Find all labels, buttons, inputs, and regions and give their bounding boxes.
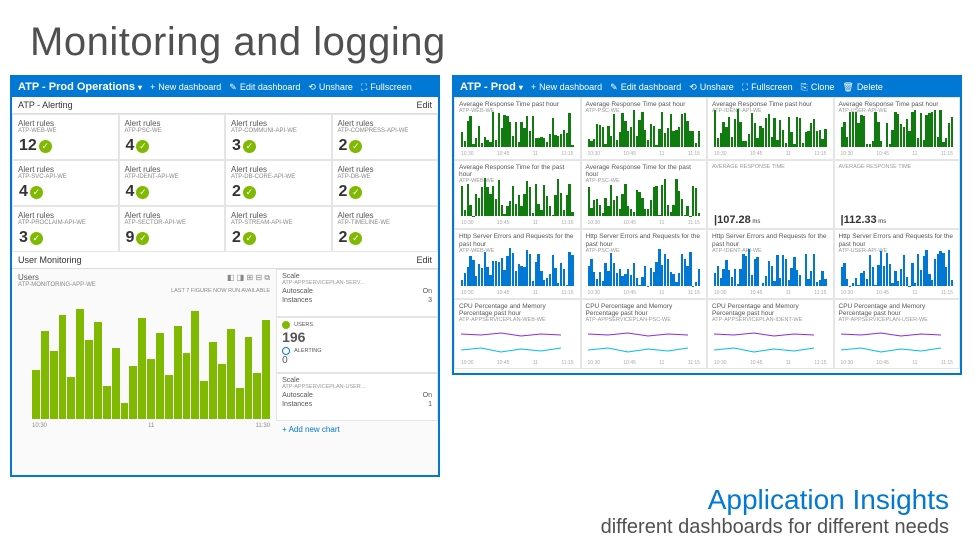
check-icon: ✓ xyxy=(243,140,256,153)
alert-tile[interactable]: Alert rulesATP-COMPRESS-API-WE2✓ xyxy=(332,114,439,160)
check-icon: ✓ xyxy=(136,140,149,153)
check-icon: ✓ xyxy=(136,186,149,199)
perf-tile[interactable]: Average Response Time past hourATP-USER-… xyxy=(834,97,961,160)
alert-tile[interactable]: Alert rulesATP-PSC-WE4✓ xyxy=(119,114,226,160)
section-user-monitoring: User Monitoring Edit xyxy=(12,252,438,269)
perf-tile[interactable]: Average Response Time past hourATP-IDENT… xyxy=(707,97,834,160)
check-icon: ✓ xyxy=(243,232,256,245)
perf-tile[interactable]: Http Server Errors and Requests for the … xyxy=(834,229,961,299)
unshare-button[interactable]: ⟲ Unshare xyxy=(308,82,353,93)
dash-header: ATP - Prod▾ + New dashboard ✎ Edit dashb… xyxy=(454,77,960,97)
fullscreen-button[interactable]: ⛶ Fullscreen xyxy=(742,82,793,93)
edit-link[interactable]: Edit xyxy=(416,255,432,265)
perf-tile[interactable]: Http Server Errors and Requests for the … xyxy=(454,229,581,299)
alert-tile[interactable]: Alert rulesATP-IDENT-API-WE4✓ xyxy=(119,160,226,206)
new-dashboard-button[interactable]: + New dashboard xyxy=(150,82,221,92)
dashboard-name[interactable]: ATP - Prod Operations▾ xyxy=(18,81,142,93)
check-icon: ✓ xyxy=(243,186,256,199)
add-chart-link[interactable]: + Add new chart xyxy=(276,421,438,438)
check-icon: ✓ xyxy=(349,232,362,245)
alert-tile[interactable]: Alert rulesATP-STREAM-API-WE2✓ xyxy=(225,206,332,252)
perf-tile[interactable]: Http Server Errors and Requests for the … xyxy=(581,229,708,299)
perf-tile[interactable]: Http Server Errors and Requests for the … xyxy=(707,229,834,299)
perf-tile[interactable]: Average Response Time for the past hourA… xyxy=(581,160,708,230)
edit-dashboard-button[interactable]: ✎ Edit dashboard xyxy=(610,82,681,93)
alert-tile[interactable]: Alert rulesATP-COMMUNI-API-WE3✓ xyxy=(225,114,332,160)
check-icon: ✓ xyxy=(349,186,362,199)
delete-button[interactable]: 🗑 Delete xyxy=(842,82,882,93)
dashboard-operations: ATP - Prod Operations▾ + New dashboard ✎… xyxy=(10,75,440,477)
dash-header: ATP - Prod Operations▾ + New dashboard ✎… xyxy=(12,77,438,97)
users-stat-tile[interactable]: USERS 196 ALERTING 0 xyxy=(276,317,438,373)
clone-button[interactable]: ⎘ Clone xyxy=(801,82,835,93)
check-icon: ✓ xyxy=(349,140,362,153)
alert-tile[interactable]: Alert rulesATP-PROCLAIM-API-WE3✓ xyxy=(12,206,119,252)
fullscreen-button[interactable]: ⛶ Fullscreen xyxy=(361,82,412,93)
perf-tile[interactable]: Average Response Time for the past hourA… xyxy=(454,160,581,230)
new-dashboard-button[interactable]: + New dashboard xyxy=(531,82,602,92)
dashboard-prod: ATP - Prod▾ + New dashboard ✎ Edit dashb… xyxy=(452,75,962,375)
perf-tile[interactable]: Average Response Time past hourATP-WEB-W… xyxy=(454,97,581,160)
user-monitoring-area: Users ATP-MONITORING-APP-WE ◧ ◨ ⊞ ⊟ ⧉ LA… xyxy=(12,269,438,438)
performance-grid: Average Response Time past hourATP-WEB-W… xyxy=(454,97,960,369)
section-alerting: ATP - Alerting Edit xyxy=(12,97,438,114)
dashboard-name[interactable]: ATP - Prod▾ xyxy=(460,81,523,93)
alert-tile[interactable]: Alert rulesATP-WEB-WE12✓ xyxy=(12,114,119,160)
scale-tile[interactable]: Scale ATP-APPSERVICEPLAN-SERV... Autosca… xyxy=(276,269,438,317)
perf-tile[interactable]: AVERAGE RESPONSE TIME|107.28 ms xyxy=(707,160,834,230)
check-icon: ✓ xyxy=(136,232,149,245)
app-insights-heading: Application Insights xyxy=(601,484,949,516)
chevron-down-icon: ▾ xyxy=(519,83,523,92)
alert-tile[interactable]: Alert rulesATP-DB-CORE-API-WE2✓ xyxy=(225,160,332,206)
perf-tile[interactable]: CPU Percentage and Memory Percentage pas… xyxy=(834,299,961,369)
perf-tile[interactable]: CPU Percentage and Memory Percentage pas… xyxy=(454,299,581,369)
alert-tile[interactable]: Alert rulesATP-DB-WE2✓ xyxy=(332,160,439,206)
perf-tile[interactable]: CPU Percentage and Memory Percentage pas… xyxy=(707,299,834,369)
slide-caption: Application Insights different dashboard… xyxy=(601,484,949,539)
alert-tile[interactable]: Alert rulesATP-TIMELINE-WE2✓ xyxy=(332,206,439,252)
check-icon: ✓ xyxy=(30,232,43,245)
perf-tile[interactable]: Average Response Time past hourATP-PSC-W… xyxy=(581,97,708,160)
tagline: different dashboards for different needs xyxy=(601,516,949,539)
perf-tile[interactable]: CPU Percentage and Memory Percentage pas… xyxy=(581,299,708,369)
slide-title: Monitoring and logging xyxy=(0,0,979,75)
edit-link[interactable]: Edit xyxy=(416,100,432,110)
dashboard-row: ATP - Prod Operations▾ + New dashboard ✎… xyxy=(0,75,979,477)
perf-tile[interactable]: AVERAGE RESPONSE TIME|112.33 ms xyxy=(834,160,961,230)
alert-tile[interactable]: Alert rulesATP-SVC-API-WE4✓ xyxy=(12,160,119,206)
users-chart-tile[interactable]: Users ATP-MONITORING-APP-WE ◧ ◨ ⊞ ⊟ ⧉ LA… xyxy=(12,269,276,429)
edit-dashboard-button[interactable]: ✎ Edit dashboard xyxy=(229,82,300,93)
alert-grid: Alert rulesATP-WEB-WE12✓Alert rulesATP-P… xyxy=(12,114,438,252)
chart-toolbar-icons[interactable]: ◧ ◨ ⊞ ⊟ ⧉ xyxy=(227,273,270,288)
check-icon: ✓ xyxy=(39,140,52,153)
scale-tile[interactable]: Scale ATP-APPSERVICEPLAN-USER... Autosca… xyxy=(276,373,438,421)
chevron-down-icon: ▾ xyxy=(138,83,142,92)
status-icon xyxy=(282,321,290,329)
alert-tile[interactable]: Alert rulesATP-SECTOR-API-WE9✓ xyxy=(119,206,226,252)
check-icon: ✓ xyxy=(30,186,43,199)
unshare-button[interactable]: ⟲ Unshare xyxy=(689,82,734,93)
